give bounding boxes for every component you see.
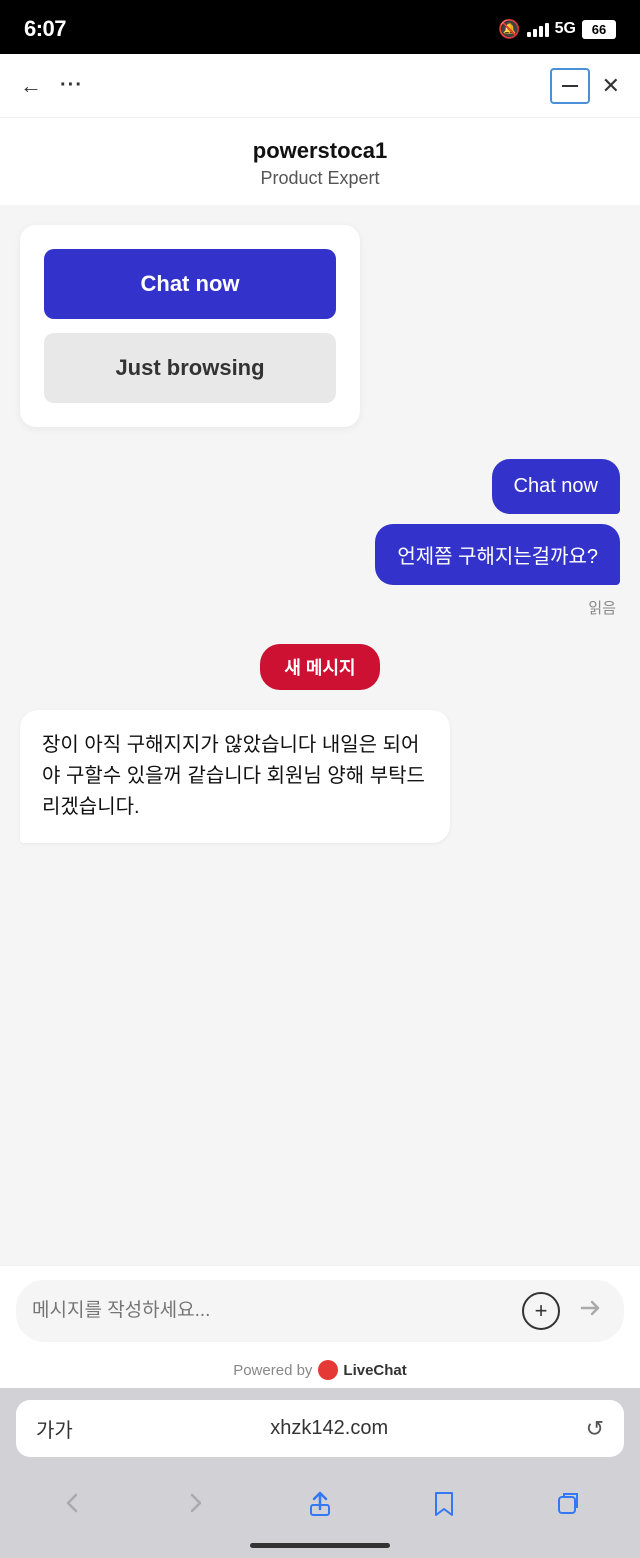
agent-name: powerstoca1 [20,138,620,164]
browser-forward-button[interactable] [166,1478,226,1528]
chat-now-button[interactable]: Chat now [44,249,336,319]
network-label: 5G [555,20,576,38]
battery-indicator: 66 [582,20,616,39]
livechat-icon [318,1360,338,1380]
browser-toolbar [0,1465,640,1537]
battery-level: 66 [582,20,616,39]
initial-options-card: Chat now Just browsing [20,225,360,427]
browser-tabs-button[interactable] [538,1478,598,1528]
more-options-button[interactable]: ··· [60,74,83,97]
browser-bookmarks-button[interactable] [414,1478,474,1528]
agent-message-bubble: 장이 아직 구해지지가 않았습니다 내일은 되어야 구할수 있을꺼 같습니다 회… [20,710,450,843]
minimize-icon [562,85,578,87]
user-bubble-korean: 언제쯤 구해지는걸까요? [375,524,620,585]
send-button[interactable] [572,1294,608,1329]
browser-back-button[interactable] [42,1478,102,1528]
chat-area: Chat now Just browsing Chat now 언제쯤 구해지는… [0,205,640,1265]
nav-right: ✕ [550,68,620,104]
status-time: 6:07 [24,16,66,42]
browser-share-button[interactable] [290,1478,350,1528]
url-domain[interactable]: xhzk142.com [270,1417,388,1440]
url-bar: 가가 xhzk142.com ↺ [16,1400,624,1457]
reload-button[interactable]: ↺ [586,1416,604,1442]
livechat-logo: LiveChat [318,1360,406,1380]
nav-left: ← ··· [20,73,83,99]
new-message-badge: 새 메시지 [260,644,379,690]
powered-by-bar: Powered by LiveChat [0,1352,640,1388]
agent-title: Product Expert [20,168,620,189]
livechat-brand: LiveChat [343,1362,406,1379]
attach-button[interactable]: + [522,1292,560,1330]
browser-text-left: 가가 [36,1414,73,1443]
back-button[interactable]: ← [20,73,42,99]
new-message-badge-container: 새 메시지 [20,644,620,690]
agent-info: powerstoca1 Product Expert [0,118,640,205]
read-receipt: 읽음 [588,597,616,618]
close-button[interactable]: ✕ [602,73,620,99]
user-messages: Chat now 언제쯤 구해지는걸까요? 읽음 [20,459,620,618]
status-icons: 🔕 5G 66 [498,19,616,40]
message-input[interactable] [32,1300,510,1322]
nav-bar: ← ··· ✕ [0,54,640,118]
browser-bar-area: 가가 xhzk142.com ↺ [0,1388,640,1465]
user-bubble-chat-now: Chat now [492,459,621,514]
home-bar [250,1543,390,1548]
status-bar: 6:07 🔕 5G 66 [0,0,640,54]
signal-icon [527,21,549,37]
minimize-button[interactable] [550,68,590,104]
mute-icon: 🔕 [498,19,520,40]
just-browsing-button[interactable]: Just browsing [44,333,336,403]
input-area: + [0,1265,640,1352]
home-indicator [0,1537,640,1558]
input-row: + [16,1280,624,1342]
powered-by-prefix: Powered by [233,1362,312,1379]
main-content: ← ··· ✕ powerstoca1 Product Expert Chat … [0,54,640,1388]
